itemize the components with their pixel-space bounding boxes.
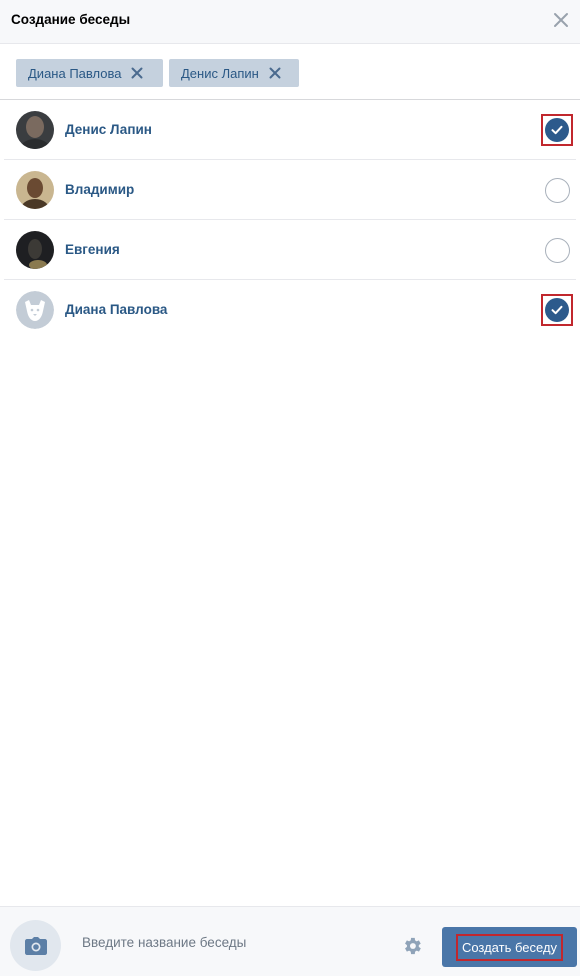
avatar: [16, 291, 54, 329]
close-button[interactable]: [550, 9, 572, 31]
dog-avatar-icon: [16, 291, 54, 329]
select-checkbox[interactable]: [541, 234, 573, 266]
friend-row[interactable]: Владимир: [4, 160, 576, 220]
chip-label: Денис Лапин: [181, 65, 259, 81]
chip-denis-lapin: Денис Лапин: [169, 59, 299, 87]
chat-title-input[interactable]: [82, 935, 372, 950]
close-icon: [131, 67, 143, 79]
friend-name[interactable]: Владимир: [65, 182, 134, 197]
select-checkbox[interactable]: [541, 114, 573, 146]
friend-row[interactable]: Денис Лапин: [4, 100, 576, 160]
select-checkbox[interactable]: [541, 174, 573, 206]
camera-icon: [24, 936, 47, 955]
checkmark-icon: [551, 305, 563, 315]
dialog-footer: Создать беседу: [0, 906, 580, 976]
create-chat-label: Создать беседу: [455, 933, 564, 961]
select-checkbox[interactable]: [541, 294, 573, 326]
selected-chips: Диана Павлова Денис Лапин: [0, 45, 580, 100]
dialog-header: Создание беседы: [0, 0, 580, 44]
chip-label: Диана Павлова: [28, 65, 122, 81]
avatar: [16, 111, 54, 149]
close-icon: [554, 13, 568, 27]
gear-icon: [405, 937, 421, 955]
friend-row[interactable]: Евгения: [4, 220, 576, 280]
settings-button[interactable]: [401, 935, 423, 957]
friend-name[interactable]: Евгения: [65, 242, 120, 257]
chip-diana-pavlova: Диана Павлова: [16, 59, 163, 87]
friend-name[interactable]: Денис Лапин: [65, 122, 152, 137]
avatar: [16, 171, 54, 209]
avatar: [16, 231, 54, 269]
friend-name[interactable]: Диана Павлова: [65, 302, 167, 317]
chip-remove-button[interactable]: [269, 67, 281, 79]
dialog-title: Создание беседы: [11, 12, 131, 27]
create-chat-button[interactable]: Создать беседу: [442, 927, 577, 967]
upload-photo-button[interactable]: [10, 920, 61, 971]
friend-row[interactable]: Диана Павлова: [4, 280, 576, 340]
friends-list: Денис Лапин Владимир Евгения Диана Павло…: [0, 100, 580, 340]
chip-remove-button[interactable]: [131, 67, 143, 79]
close-icon: [269, 67, 281, 79]
checkmark-icon: [551, 125, 563, 135]
